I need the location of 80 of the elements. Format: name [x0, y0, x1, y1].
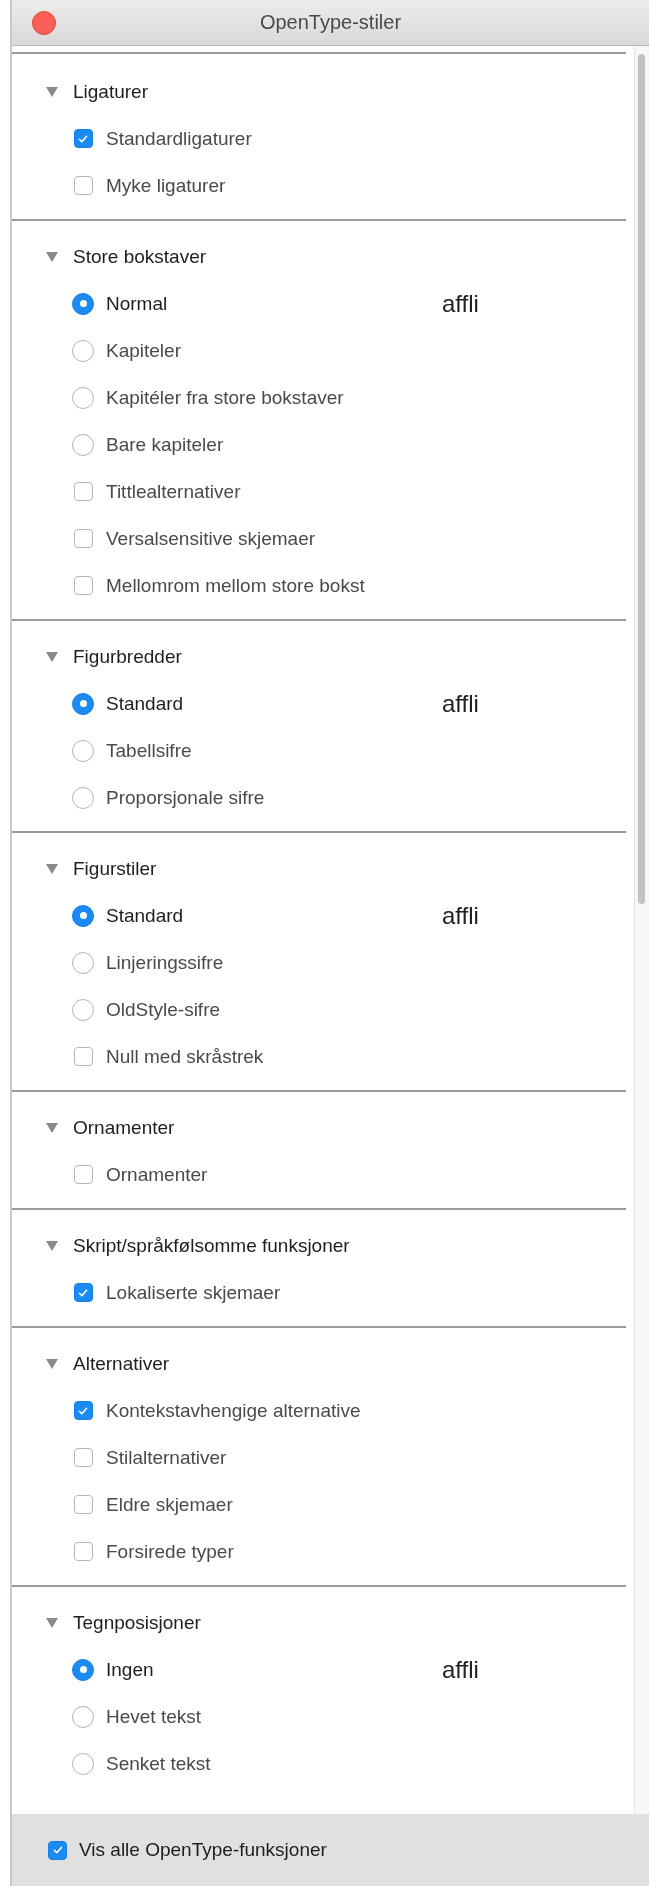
disclosure-triangle-icon[interactable]	[45, 650, 59, 663]
window-title: OpenType-stiler	[259, 11, 402, 34]
checkbox[interactable]	[73, 1165, 93, 1184]
radio-button[interactable]	[72, 1658, 94, 1681]
section-title: Figurbredder	[73, 645, 182, 668]
checkbox[interactable]	[73, 482, 93, 501]
checkmark-icon	[51, 1844, 64, 1856]
preview-sample: affli	[442, 289, 479, 318]
option-label: Kapiteler	[106, 339, 182, 362]
option-label: Mellomrom mellom store bokst	[106, 574, 366, 597]
option-label: Ornamenter	[106, 1163, 209, 1186]
section-title: Ornamenter	[73, 1116, 175, 1139]
disclosure-triangle-icon[interactable]	[45, 85, 59, 98]
checkbox[interactable]	[73, 529, 93, 548]
checkbox[interactable]	[73, 1542, 93, 1561]
option-label: Kapitéler fra store bokstaver	[106, 386, 345, 409]
radio-button[interactable]	[72, 739, 94, 762]
option-label: Forsirede typer	[106, 1540, 235, 1563]
checkbox[interactable]	[73, 576, 93, 595]
checkbox[interactable]	[73, 1047, 93, 1066]
option-label: Vis alle OpenType-funksjoner	[79, 1839, 327, 1861]
option-label: Stilalternativer	[106, 1446, 228, 1469]
radio-button[interactable]	[72, 339, 94, 362]
option-label: Senket tekst	[106, 1752, 212, 1775]
option-label: Standard	[106, 692, 185, 715]
radio-button[interactable]	[72, 386, 94, 409]
checkbox[interactable]	[48, 1840, 67, 1860]
radio-button[interactable]	[72, 1752, 94, 1775]
option-label: Bare kapiteler	[106, 433, 225, 456]
option-label: OldStyle-sifre	[106, 998, 222, 1021]
option-label: Versalsensitive skjemaer	[106, 527, 317, 550]
radio-button[interactable]	[72, 998, 94, 1021]
preview-sample: affli	[442, 901, 479, 930]
option-label: Tabellsifre	[106, 739, 193, 762]
option-label: Lokaliserte skjemaer	[106, 1281, 282, 1304]
section-title: Skript/språkfølsomme funksjoner	[73, 1234, 350, 1257]
checkbox[interactable]	[73, 1495, 93, 1514]
option-label: Tittlealternativer	[106, 480, 242, 503]
option-label: Linjeringssifre	[106, 951, 225, 974]
option-label: Kontekstavhengige alternative	[106, 1399, 362, 1422]
disclosure-triangle-icon[interactable]	[45, 1616, 59, 1629]
section-title: Store bokstaver	[73, 245, 207, 268]
checkmark-icon	[77, 1404, 89, 1417]
option-label: Normal	[106, 292, 169, 315]
checkbox[interactable]	[73, 176, 93, 195]
option-label: Proporsjonale sifre	[106, 786, 266, 809]
radio-button[interactable]	[72, 786, 94, 809]
radio-button[interactable]	[72, 904, 94, 927]
option-label: Standardligaturer	[106, 127, 253, 150]
checkmark-icon	[77, 1286, 89, 1299]
checkbox[interactable]	[73, 1283, 93, 1302]
scrollbar[interactable]	[634, 46, 649, 1814]
option-label: Ingen	[106, 1658, 155, 1681]
checkbox[interactable]	[73, 1401, 93, 1420]
radio-button[interactable]	[72, 292, 94, 315]
radio-button[interactable]	[72, 951, 94, 974]
radio-button[interactable]	[72, 433, 94, 456]
disclosure-triangle-icon[interactable]	[45, 1357, 59, 1370]
close-button[interactable]	[32, 11, 56, 35]
section-title: Ligaturer	[73, 80, 148, 103]
option-label: Hevet tekst	[106, 1705, 203, 1728]
option-label: Standard	[106, 904, 185, 927]
option-label: Null med skråstrek	[106, 1045, 265, 1068]
preview-sample: affli	[442, 1655, 479, 1684]
disclosure-triangle-icon[interactable]	[45, 862, 59, 875]
option-label: Myke ligaturer	[106, 174, 227, 197]
checkmark-icon	[77, 132, 89, 145]
section-title: Tegnposisjoner	[73, 1611, 201, 1634]
scrollbar-thumb[interactable]	[638, 54, 645, 904]
disclosure-triangle-icon[interactable]	[45, 250, 59, 263]
disclosure-triangle-icon[interactable]	[45, 1121, 59, 1134]
option-label: Eldre skjemaer	[106, 1493, 234, 1516]
radio-button[interactable]	[72, 1705, 94, 1728]
section-title: Figurstiler	[73, 857, 157, 880]
disclosure-triangle-icon[interactable]	[45, 1239, 59, 1252]
section-title: Alternativer	[73, 1352, 170, 1375]
checkbox[interactable]	[73, 129, 93, 148]
preview-sample: affli	[442, 689, 479, 718]
radio-button[interactable]	[72, 692, 94, 715]
checkbox[interactable]	[73, 1448, 93, 1467]
